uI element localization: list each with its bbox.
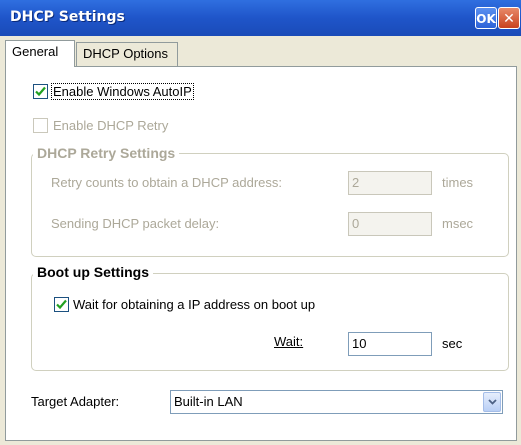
window-title: DHCP Settings — [10, 9, 125, 25]
general-tab-panel: Enable Windows AutoIP Enable DHCP Retry … — [5, 66, 517, 441]
checkmark-icon — [56, 299, 67, 310]
close-button[interactable]: ✕ — [498, 7, 520, 29]
packet-delay-label: Sending DHCP packet delay: — [51, 216, 220, 231]
retry-counts-label: Retry counts to obtain a DHCP address: — [51, 175, 282, 190]
retry-counts-field[interactable]: 2 — [348, 171, 432, 195]
packet-delay-unit: msec — [442, 216, 474, 231]
enable-autoip-checkbox[interactable] — [33, 84, 48, 99]
boot-up-settings-title: Boot up Settings — [33, 264, 153, 280]
dhcp-retry-settings-group — [31, 153, 509, 257]
wait-label: Wait: — [274, 334, 304, 349]
packet-delay-field[interactable]: 0 — [348, 212, 432, 236]
boot-up-settings-group — [31, 273, 509, 371]
target-adapter-value: Built-in LAN — [174, 394, 243, 409]
retry-counts-unit: times — [442, 175, 474, 190]
target-adapter-label: Target Adapter: — [31, 394, 120, 409]
dhcp-retry-settings-title: DHCP Retry Settings — [33, 145, 180, 161]
enable-dhcp-retry-checkbox[interactable] — [33, 118, 48, 133]
tab-general[interactable]: General — [5, 40, 75, 67]
target-adapter-select[interactable]: Built-in LAN — [170, 390, 503, 414]
wait-obtain-label: Wait for obtaining a IP address on boot … — [73, 297, 316, 312]
enable-autoip-label: Enable Windows AutoIP — [51, 83, 194, 100]
enable-dhcp-retry-label: Enable DHCP Retry — [53, 118, 169, 133]
chevron-down-icon — [488, 399, 497, 405]
tab-dhcp-options[interactable]: DHCP Options — [76, 42, 178, 66]
checkmark-icon — [35, 86, 46, 97]
dropdown-button[interactable] — [483, 392, 501, 412]
wait-unit: sec — [442, 336, 463, 351]
title-bar: DHCP Settings OK ✕ — [0, 0, 521, 36]
ok-button[interactable]: OK — [475, 7, 497, 29]
wait-obtain-checkbox[interactable] — [54, 297, 69, 312]
wait-field[interactable]: 10 — [348, 332, 432, 356]
